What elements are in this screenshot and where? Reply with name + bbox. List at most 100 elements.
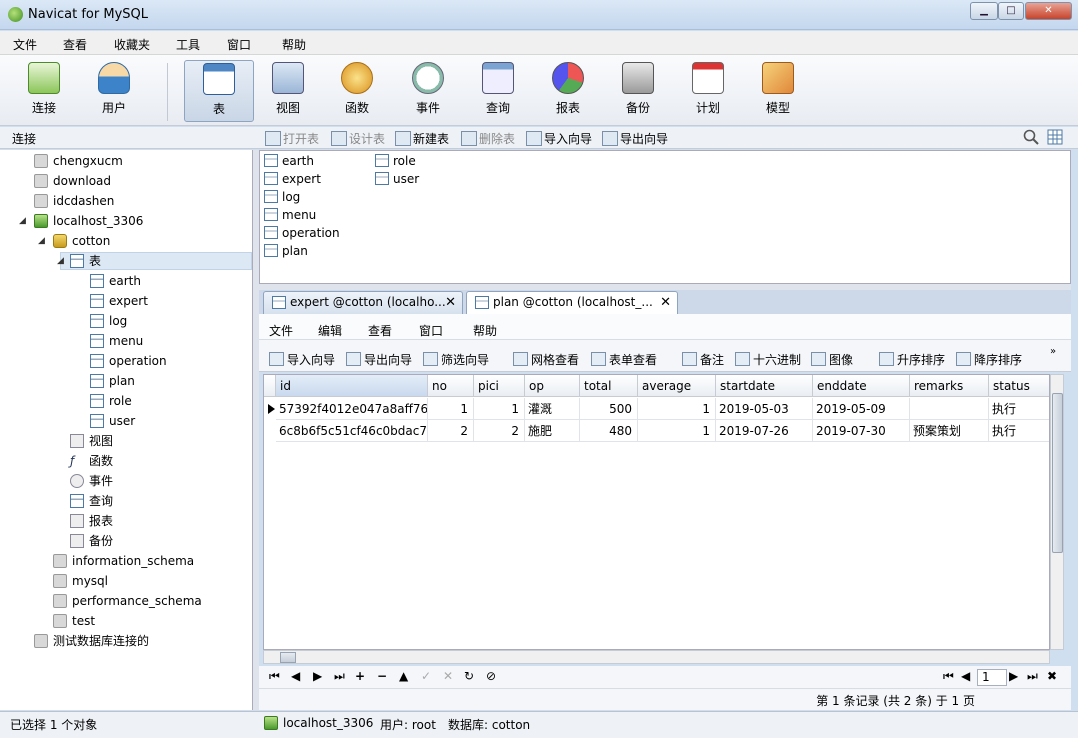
menu-help[interactable]: 帮助	[282, 36, 306, 53]
column-header-op[interactable]: op	[525, 375, 580, 397]
search-icon[interactable]	[1023, 129, 1039, 145]
doc-export-wizard-button[interactable]: 导出向导	[346, 351, 412, 368]
last-record-icon[interactable]: ⏭	[334, 669, 345, 684]
toolbar-function-button[interactable]: 函数	[324, 60, 390, 122]
doc-menu-edit[interactable]: 编辑	[318, 322, 342, 339]
import-wizard-button[interactable]: 导入向导	[526, 130, 592, 147]
first-record-icon[interactable]: ⏮	[269, 669, 280, 684]
expand-localhost-toggle[interactable]: ◢	[19, 216, 26, 226]
toolbar-query-button[interactable]: 查询	[465, 60, 531, 122]
doc-menu-view[interactable]: 查看	[368, 322, 392, 339]
form-view-button[interactable]: 表单查看	[591, 351, 657, 368]
menu-file[interactable]: 文件	[13, 36, 37, 53]
menu-favorites[interactable]: 收藏夹	[114, 36, 150, 53]
open-table-button[interactable]: 打开表	[265, 130, 319, 147]
menu-tools[interactable]: 工具	[176, 36, 200, 53]
delete-record-icon[interactable]: −	[377, 669, 387, 683]
column-header-startdate[interactable]: startdate	[716, 375, 813, 397]
table-cell[interactable]: 执行	[989, 420, 1049, 442]
hex-button[interactable]: 十六进制	[735, 351, 801, 368]
expand-tables-toggle[interactable]: ◢	[57, 256, 64, 266]
table-cell[interactable]: 6c8b6f5c51cf46c0bdac7d	[276, 420, 428, 442]
close-button[interactable]: ✕	[1025, 2, 1072, 20]
maximize-button[interactable]: □	[998, 2, 1024, 20]
grid-horizontal-scrollbar[interactable]	[263, 650, 1050, 664]
column-header-total[interactable]: total	[580, 375, 638, 397]
filter-wizard-button[interactable]: 筛选向导	[423, 351, 489, 368]
next-record-icon[interactable]: ▶	[313, 669, 322, 683]
first-page-icon[interactable]: ⏮	[943, 669, 954, 684]
table-cell[interactable]: 2	[474, 420, 525, 442]
sort-descending-button[interactable]: 降序排序	[956, 351, 1022, 368]
next-page-icon[interactable]: ▶	[1009, 669, 1018, 683]
doc-menu-window[interactable]: 窗口	[419, 322, 443, 339]
table-cell[interactable]: 灌溉	[525, 398, 580, 420]
export-wizard-button[interactable]: 导出向导	[602, 130, 668, 147]
vertical-scroll-thumb[interactable]	[1052, 393, 1063, 553]
tab-close-icon[interactable]: ✕	[660, 292, 671, 313]
table-cell[interactable]: 1	[638, 420, 716, 442]
grid-vertical-scrollbar[interactable]	[1050, 374, 1064, 650]
table-cell[interactable]: 2019-05-03	[716, 398, 813, 420]
table-cell[interactable]: 1	[638, 398, 716, 420]
toolbar-schedule-button[interactable]: 计划	[675, 60, 741, 122]
column-header-id[interactable]: id	[276, 375, 428, 397]
table-cell[interactable]: 2019-07-30	[813, 420, 910, 442]
table-cell[interactable]	[910, 398, 989, 420]
column-header-remarks[interactable]: remarks	[910, 375, 989, 397]
grid-view-button[interactable]: 网格查看	[513, 351, 579, 368]
table-cell[interactable]: 2	[428, 420, 474, 442]
toolbar-report-button[interactable]: 报表	[535, 60, 601, 122]
menu-view[interactable]: 查看	[63, 36, 87, 53]
refresh-icon[interactable]: ↻	[464, 669, 474, 683]
settings-icon[interactable]: ✖	[1047, 669, 1057, 683]
add-record-icon[interactable]: +	[355, 669, 365, 683]
last-page-icon[interactable]: ⏭	[1027, 669, 1038, 684]
toolbar-overflow-icon[interactable]: »	[1050, 346, 1056, 357]
new-table-button[interactable]: 新建表	[395, 130, 449, 147]
sort-ascending-button[interactable]: 升序排序	[879, 351, 945, 368]
table-cell[interactable]: 1	[474, 398, 525, 420]
toolbar-backup-button[interactable]: 备份	[605, 60, 671, 122]
design-table-button[interactable]: 设计表	[331, 130, 385, 147]
column-header-status[interactable]: status	[989, 375, 1049, 397]
tab-close-icon[interactable]: ✕	[445, 292, 456, 313]
prev-record-icon[interactable]: ◀	[291, 669, 300, 683]
page-number-input[interactable]: 1	[977, 669, 1007, 686]
doc-menu-help[interactable]: 帮助	[473, 322, 497, 339]
minimize-button[interactable]: ▁	[970, 2, 998, 20]
apply-changes-icon[interactable]: ✓	[421, 669, 431, 683]
column-header-enddate[interactable]: enddate	[813, 375, 910, 397]
table-cell[interactable]: 执行	[989, 398, 1049, 420]
stop-icon[interactable]: ⊘	[486, 669, 496, 683]
menu-window[interactable]: 窗口	[227, 36, 251, 53]
table-cell[interactable]: 施肥	[525, 420, 580, 442]
table-cell[interactable]: 480	[580, 420, 638, 442]
grid-view-icon[interactable]	[1047, 129, 1063, 145]
table-cell[interactable]: 57392f4012e047a8aff765	[276, 398, 428, 420]
table-cell[interactable]: 预案策划	[910, 420, 989, 442]
toolbar-view-button[interactable]: 视图	[255, 60, 321, 122]
toolbar-model-button[interactable]: 模型	[745, 60, 811, 122]
column-header-no[interactable]: no	[428, 375, 474, 397]
table-cell[interactable]: 500	[580, 398, 638, 420]
image-button[interactable]: 图像	[811, 351, 853, 368]
table-cell[interactable]: 1	[428, 398, 474, 420]
toolbar-event-button[interactable]: 事件	[395, 60, 461, 122]
table-cell[interactable]: 2019-05-09	[813, 398, 910, 420]
toolbar-connection-button[interactable]: 连接	[11, 60, 77, 122]
doc-import-wizard-button[interactable]: 导入向导	[269, 351, 335, 368]
column-header-pici[interactable]: pici	[474, 375, 525, 397]
prev-page-icon[interactable]: ◀	[961, 669, 970, 683]
expand-cotton-toggle[interactable]: ◢	[38, 236, 45, 246]
doc-menu-file[interactable]: 文件	[269, 322, 293, 339]
toolbar-table-button[interactable]: 表	[184, 60, 254, 122]
delete-table-button[interactable]: 删除表	[461, 130, 515, 147]
tab-expert[interactable]: expert @cotton (localho... ✕	[263, 291, 463, 314]
toolbar-user-button[interactable]: 用户	[81, 60, 147, 122]
column-header-average[interactable]: average	[638, 375, 716, 397]
tab-plan[interactable]: plan @cotton (localhost_... ✕	[466, 291, 678, 315]
memo-button[interactable]: 备注	[682, 351, 724, 368]
table-cell[interactable]: 2019-07-26	[716, 420, 813, 442]
discard-changes-icon[interactable]: ✕	[443, 669, 453, 683]
